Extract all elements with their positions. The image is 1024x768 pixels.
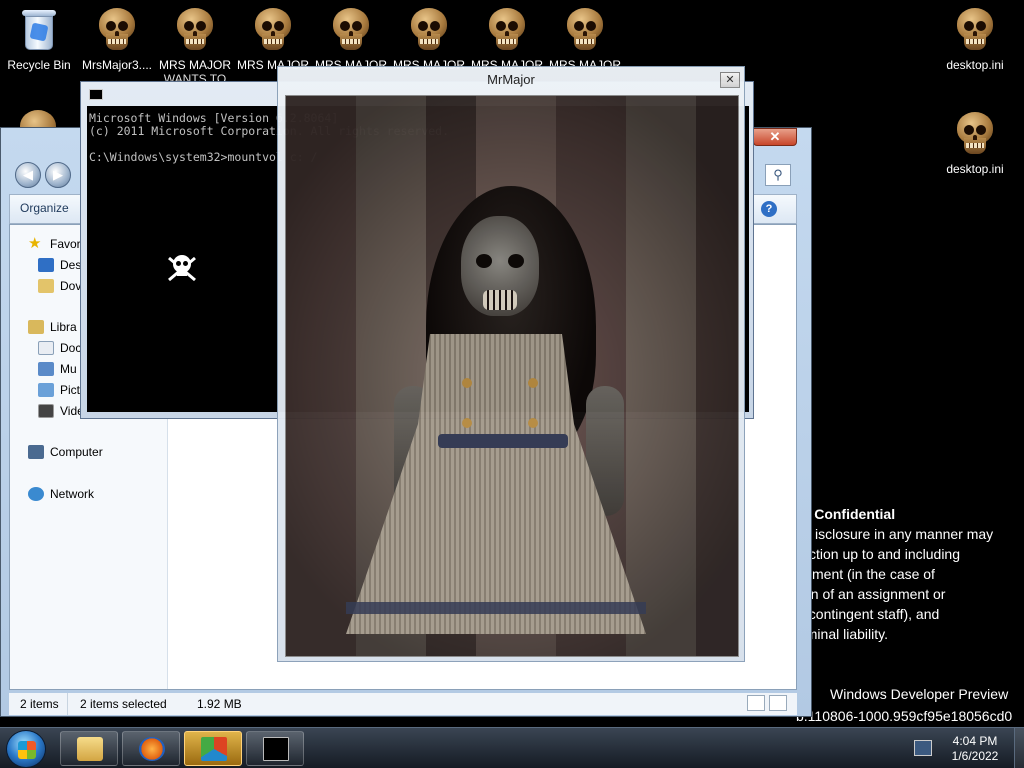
confidential-line: f contingent staff), and xyxy=(801,606,940,622)
network-tray-icon[interactable] xyxy=(914,740,932,756)
desktop-icon-label: desktop.ini xyxy=(946,58,1004,72)
desktop: Recycle Bin MrsMajor3.... MRS MAJOR WANT… xyxy=(0,0,1024,768)
desktop-icon-label: Recycle Bin xyxy=(7,58,71,72)
clock-time: 4:04 PM xyxy=(952,734,998,748)
music-icon xyxy=(38,362,54,376)
desktop-icon-mrs-major-6[interactable]: MRS MAJOR xyxy=(547,8,623,72)
taskbar-cmd-button[interactable] xyxy=(246,731,304,766)
star-icon: ★ xyxy=(28,235,42,252)
desktop-icon-mrsmajor3[interactable]: MrsMajor3.... xyxy=(79,8,155,72)
explorer-status-bar: 2 items 2 items selected 1.92 MB xyxy=(9,693,797,715)
console-icon xyxy=(263,737,289,761)
desktop-icon-label: desktop.ini xyxy=(946,162,1004,176)
watermark-title: Windows Developer Preview xyxy=(830,686,1009,702)
desktop-icon-mrs-major-2[interactable]: MRS MAJOR xyxy=(235,8,311,72)
skull-icon xyxy=(253,8,293,52)
show-desktop-button[interactable] xyxy=(1014,728,1024,768)
status-item-count: 2 items xyxy=(20,697,59,711)
media-player-icon xyxy=(139,737,165,761)
status-selected: 2 items selected xyxy=(80,697,167,711)
desktop-icon-label: MRS MAJOR xyxy=(159,58,231,72)
confidential-line: on of an assignment or xyxy=(803,586,946,602)
skull-icon xyxy=(175,8,215,52)
skull-icon xyxy=(487,8,527,52)
skull-icon xyxy=(331,8,371,52)
desktop-icon-mrs-major-1[interactable]: MRS MAJOR WANTS TO xyxy=(157,8,233,86)
folder-icon xyxy=(77,737,103,761)
desktop-icon-desktop-ini-1[interactable]: desktop.ini xyxy=(937,8,1013,72)
nav-videos[interactable]: Vide xyxy=(38,404,84,418)
documents-icon xyxy=(38,341,54,355)
taskbar-media-player-button[interactable] xyxy=(122,731,180,766)
nav-pictures[interactable]: Pict xyxy=(38,383,80,397)
desktop-icon-mrs-major-3[interactable]: MRS MAJOR xyxy=(313,8,389,72)
boxes-icon xyxy=(201,737,227,761)
large-icons-view-icon[interactable] xyxy=(769,695,787,711)
taskbar-app-button[interactable] xyxy=(184,731,242,766)
mrmajor-title: MrMajor xyxy=(487,72,535,87)
desktop-icon xyxy=(38,258,54,272)
downloads-folder-icon xyxy=(38,279,54,293)
videos-icon xyxy=(38,404,54,418)
confidential-line: isclosure in any manner may xyxy=(815,526,994,542)
nav-music[interactable]: Mu xyxy=(38,362,77,376)
computer-icon xyxy=(28,445,44,459)
confidential-heading: ft Confidential xyxy=(801,506,896,522)
search-icon[interactable]: ⚲ xyxy=(765,164,791,186)
forward-button[interactable]: ▶ xyxy=(45,162,71,188)
taskbar: 4:04 PM 1/6/2022 xyxy=(0,727,1024,768)
details-view-icon[interactable] xyxy=(747,695,765,711)
back-button[interactable]: ◀ xyxy=(15,162,41,188)
clock[interactable]: 4:04 PM 1/6/2022 xyxy=(940,734,1010,764)
start-button[interactable] xyxy=(6,730,46,768)
mrmajor-close-button[interactable]: ✕ xyxy=(720,72,740,88)
skull-icon xyxy=(565,8,605,52)
help-icon[interactable]: ? xyxy=(761,201,777,217)
skull-icon xyxy=(97,8,137,52)
skull-icon xyxy=(955,8,995,52)
explorer-close-button[interactable]: ✕ xyxy=(753,128,797,146)
nav-network[interactable]: Network xyxy=(28,487,94,501)
confidential-line: yment (in the case of xyxy=(805,566,935,582)
desktop-icon-label: MrsMajor3.... xyxy=(81,58,152,72)
pictures-icon xyxy=(38,383,54,397)
console-icon xyxy=(89,89,103,100)
clock-date: 1/6/2022 xyxy=(951,749,999,763)
confidential-line: ction up to and including xyxy=(809,546,960,562)
skull-crossbones-icon xyxy=(168,255,196,282)
desktop-icon-mrs-major-4[interactable]: MRS MAJOR xyxy=(391,8,467,72)
nav-downloads[interactable]: Dov xyxy=(38,279,81,293)
libraries-icon xyxy=(28,320,44,334)
skull-icon xyxy=(955,112,995,156)
network-icon xyxy=(28,487,44,501)
recycle-bin-icon xyxy=(22,8,56,52)
mrmajor-window[interactable]: MrMajor ✕ xyxy=(277,66,745,662)
desktop-icon-desktop-ini-2[interactable]: desktop.ini xyxy=(937,112,1013,176)
windows-logo-icon xyxy=(18,741,36,759)
desktop-icon-recycle-bin[interactable]: Recycle Bin xyxy=(1,8,77,72)
status-size: 1.92 MB xyxy=(197,697,242,711)
organize-button[interactable]: Organize xyxy=(20,201,69,215)
taskbar-explorer-button[interactable] xyxy=(60,731,118,766)
nav-libraries[interactable]: Libra xyxy=(28,320,77,334)
watermark-build: b.110806-1000.959cf95e18056cd0 xyxy=(796,708,1013,724)
creepy-doll-image xyxy=(285,95,739,657)
desktop-icon-mrs-major-5[interactable]: MRS MAJOR xyxy=(469,8,545,72)
skull-icon xyxy=(409,8,449,52)
nav-favorites[interactable]: ★ Favor xyxy=(28,235,81,252)
nav-documents[interactable]: Doc xyxy=(38,341,81,355)
nav-computer[interactable]: Computer xyxy=(28,445,103,459)
nav-buttons: ◀ ▶ xyxy=(15,162,71,188)
nav-desktop[interactable]: Des xyxy=(38,258,81,272)
